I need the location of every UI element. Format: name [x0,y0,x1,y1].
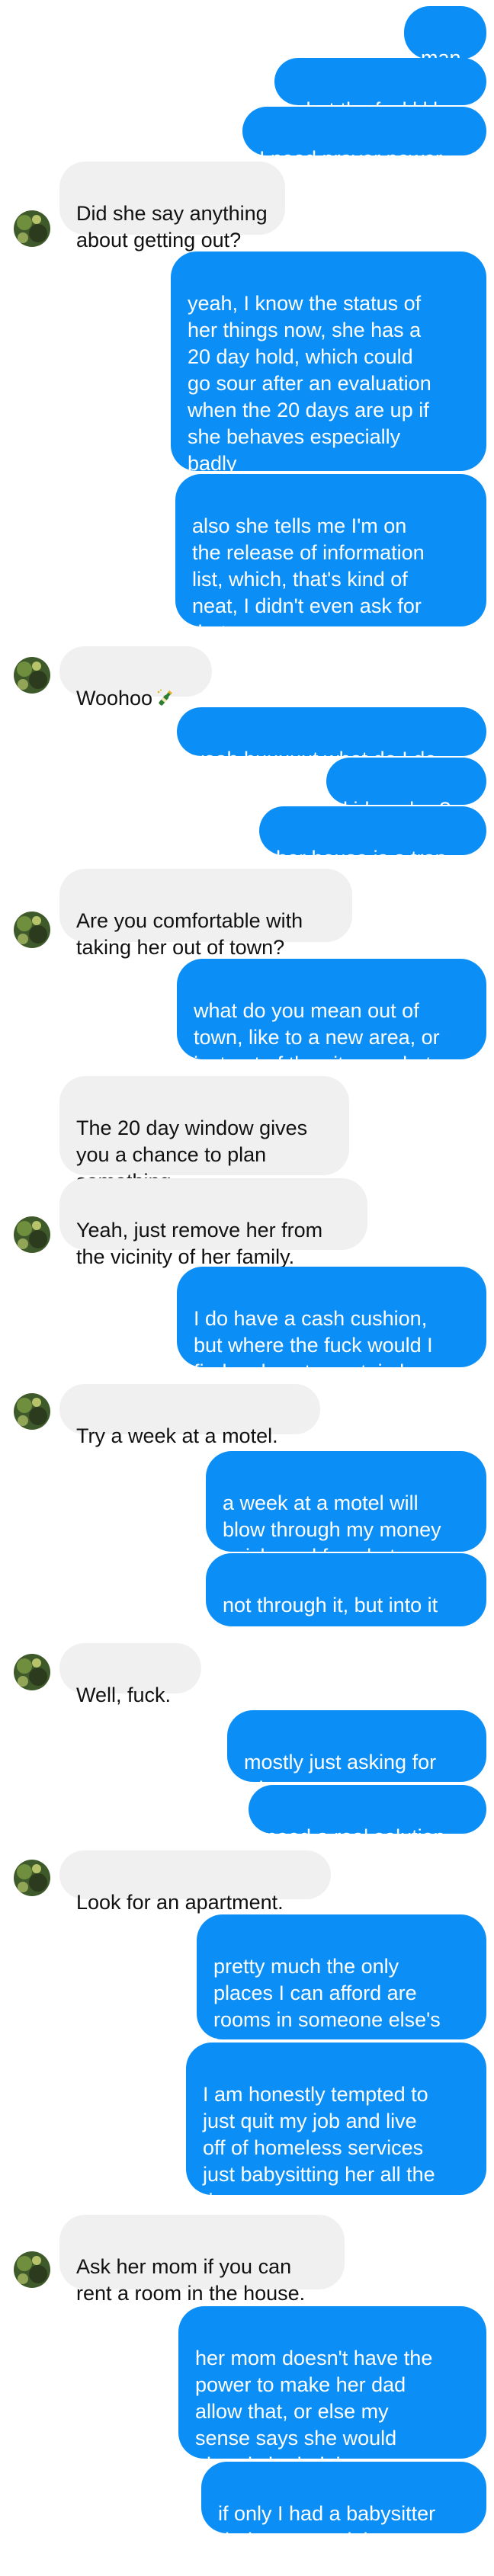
message-bubble-sent[interactable]: need a real solution [249,1785,486,1848]
message-bubble-received[interactable]: Try a week at a motel. [59,1384,320,1447]
contact-avatar-icon[interactable] [14,657,50,694]
message-bubble-received[interactable]: Well, fuck. [59,1643,201,1706]
message-text: I am honestly tempted to just quit my jo… [203,2083,435,2212]
message-bubble-sent[interactable]: I need prayer power [242,107,486,170]
message-text: Did she say anything about getting out? [76,202,268,252]
contact-avatar-icon[interactable] [14,2251,50,2288]
message-text: her mom doesn't have the power to make h… [195,2347,433,2476]
message-bubble-sent[interactable]: her house is a trap [259,806,486,870]
message-text: Woohoo [76,687,153,710]
message-bubble-received[interactable]: Look for an apartment. [59,1850,331,1914]
message-bubble-received[interactable]: Ask her mom if you can rent a room in th… [59,2215,345,2305]
contact-avatar-icon[interactable] [14,210,50,247]
message-bubble-sent[interactable]: not through it, but into it anyway [206,1553,486,1643]
message-bubble-sent[interactable]: mostly just asking for what [227,1710,486,1800]
message-text: I need prayer power [259,147,443,170]
message-bubble-sent[interactable]: I do have a cash cushion, but where the … [177,1267,486,1383]
message-bubble-sent[interactable]: I am honestly tempted to just quit my jo… [186,2043,486,2212]
message-text: what do you mean out of town, like to a … [194,999,440,1075]
contact-avatar-icon[interactable] [14,1393,50,1430]
message-bubble-sent[interactable]: pretty much the only places I can afford… [197,1914,486,2058]
champagne-bottle-icon [156,688,175,708]
message-text: Look for an apartment. [76,1891,284,1914]
message-bubble-sent[interactable]: a week at a motel will blow through my m… [206,1451,486,1568]
message-bubble-received[interactable]: The 20 day window gives you a chance to … [59,1076,349,1193]
message-bubble-sent[interactable]: kidnap her? [326,758,486,821]
contact-avatar-icon[interactable] [14,1860,50,1896]
message-text: yeah, I know the status of her things no… [188,292,431,475]
message-text: Try a week at a motel. [76,1424,278,1447]
message-bubble-sent[interactable]: if only I had a babysitter during my wor… [201,2462,486,2552]
message-text: Well, fuck. [76,1684,172,1706]
message-bubble-received[interactable]: Did she say anything about getting out? [59,162,285,252]
message-bubble-sent[interactable]: also she tells me I'm on the release of … [175,474,486,644]
message-text: if only I had a babysitter during my wor… [218,2502,436,2552]
contact-avatar-icon[interactable] [14,1654,50,1690]
message-text: Ask her mom if you can rent a room in th… [76,2255,306,2305]
contact-avatar-icon[interactable] [14,912,50,948]
message-text: her house is a trap [276,847,447,870]
message-bubble-sent[interactable]: what do you mean out of town, like to a … [177,959,486,1075]
message-bubble-sent[interactable]: yeah buuuuut what do I do [177,707,486,771]
message-text: I do have a cash cushion, but where the … [194,1307,433,1383]
message-text: Yeah, just remove her from the vicinity … [76,1219,323,1268]
message-text: Are you comfortable with taking her out … [76,909,303,959]
message-text: not through it, but into it anyway [223,1594,438,1643]
message-text: need a real solution [265,1825,445,1848]
message-bubble-sent[interactable]: yeah, I know the status of her things no… [171,252,486,475]
message-text: also she tells me I'm on the release of … [192,514,425,644]
contact-avatar-icon[interactable] [14,1216,50,1253]
message-bubble-sent[interactable]: what the fuckkkk [274,58,486,121]
message-bubble-sent[interactable]: man, [404,6,486,69]
message-bubble-sent[interactable]: her mom doesn't have the power to make h… [178,2306,486,2476]
message-bubble-received[interactable]: Are you comfortable with taking her out … [59,869,352,959]
message-bubble-received[interactable]: Woohoo [59,646,212,710]
message-bubble-received[interactable]: Yeah, just remove her from the vicinity … [59,1178,367,1268]
